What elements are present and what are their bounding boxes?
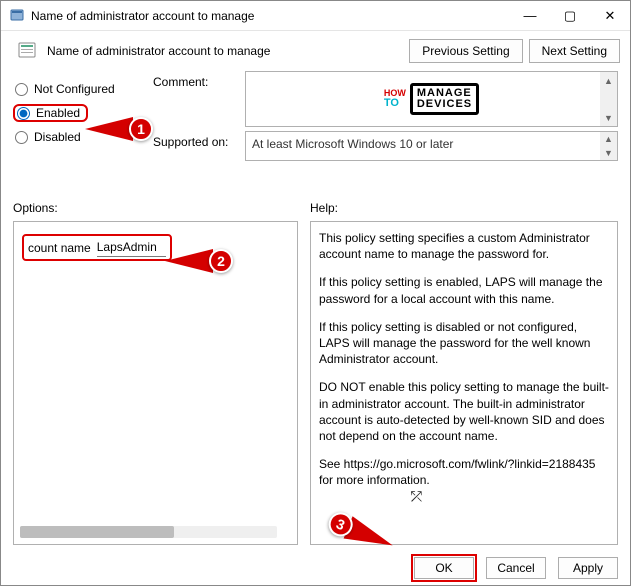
logo-left: HOW TO xyxy=(384,89,406,109)
radio-enabled-input[interactable] xyxy=(17,107,30,120)
options-label: Options: xyxy=(13,201,298,215)
help-paragraph: This policy setting specifies a custom A… xyxy=(319,230,609,262)
options-h-scrollbar[interactable] xyxy=(20,526,277,538)
help-paragraph: DO NOT enable this policy setting to man… xyxy=(319,379,609,444)
comment-label: Comment: xyxy=(153,75,237,89)
supported-on-text: At least Microsoft Windows 10 or later xyxy=(252,137,453,151)
account-name-input[interactable] xyxy=(97,238,166,257)
body-columns: Options: count name Help: This policy se… xyxy=(1,201,630,545)
radio-enabled-label: Enabled xyxy=(36,106,80,120)
options-column: Options: count name xyxy=(13,201,298,545)
titlebar: Name of administrator account to manage … xyxy=(1,1,630,31)
enabled-highlight: Enabled xyxy=(13,104,88,122)
logo-right: MANAGE DEVICES xyxy=(410,83,479,115)
previous-setting-button[interactable]: Previous Setting xyxy=(409,39,522,63)
window-title: Name of administrator account to manage xyxy=(31,9,510,23)
footer-buttons: OK Cancel Apply xyxy=(408,557,618,579)
help-paragraph: See https://go.microsoft.com/fwlink/?lin… xyxy=(319,456,609,488)
policy-icon xyxy=(15,39,39,63)
htm-logo: HOW TO MANAGE DEVICES xyxy=(384,83,479,115)
help-column: Help: This policy setting specifies a cu… xyxy=(310,201,618,545)
logo-to: TO xyxy=(384,97,399,109)
app-icon xyxy=(9,8,25,24)
ok-button[interactable]: OK xyxy=(414,557,474,579)
config-area: Not Configured Enabled Disabled Comment: xyxy=(1,71,630,167)
apply-button[interactable]: Apply xyxy=(558,557,618,579)
gpo-editor-window: Name of administrator account to manage … xyxy=(0,0,631,586)
close-button[interactable]: ✕ xyxy=(590,1,630,31)
account-name-row-highlight: count name xyxy=(22,234,172,261)
cancel-button[interactable]: Cancel xyxy=(486,557,546,579)
cursor-icon: ⤱ xyxy=(411,488,422,505)
scroll-down-icon[interactable]: ▼ xyxy=(600,109,617,126)
comment-box[interactable]: HOW TO MANAGE DEVICES ▲ ▼ xyxy=(245,71,618,127)
policy-title: Name of administrator account to manage xyxy=(47,44,403,58)
subheader: Name of administrator account to manage … xyxy=(1,31,630,71)
radio-enabled[interactable]: Enabled xyxy=(15,106,80,120)
radio-not-configured[interactable]: Not Configured xyxy=(13,77,153,101)
help-paragraph: If this policy setting is enabled, LAPS … xyxy=(319,274,609,306)
scroll-up-icon[interactable]: ▲ xyxy=(600,132,617,146)
supported-scrollbar[interactable]: ▲ ▼ xyxy=(600,132,617,160)
options-h-thumb[interactable] xyxy=(20,526,174,538)
radio-disabled-input[interactable] xyxy=(15,131,28,144)
supported-on-label: Supported on: xyxy=(153,135,237,149)
logo-devices: DEVICES xyxy=(417,99,472,110)
comment-scrollbar[interactable]: ▲ ▼ xyxy=(600,72,617,126)
scroll-down-icon[interactable]: ▼ xyxy=(600,146,617,160)
meta-column: Comment: HOW TO MANAGE DEVICES ▲ xyxy=(153,71,618,161)
account-name-label: count name xyxy=(28,241,91,255)
radio-disabled[interactable]: Disabled xyxy=(13,125,153,149)
help-panel: This policy setting specifies a custom A… xyxy=(310,221,618,545)
options-panel: count name xyxy=(13,221,298,545)
scroll-up-icon[interactable]: ▲ xyxy=(600,72,617,89)
radio-disabled-label: Disabled xyxy=(34,130,81,144)
supported-on-box: At least Microsoft Windows 10 or later ▲… xyxy=(245,131,618,161)
radio-not-configured-label: Not Configured xyxy=(34,82,115,96)
next-setting-button[interactable]: Next Setting xyxy=(529,39,620,63)
minimize-button[interactable]: — xyxy=(510,1,550,31)
maximize-button[interactable]: ▢ xyxy=(550,1,590,31)
radio-not-configured-input[interactable] xyxy=(15,83,28,96)
help-label: Help: xyxy=(310,201,618,215)
help-paragraph: If this policy setting is disabled or no… xyxy=(319,319,609,368)
radio-group: Not Configured Enabled Disabled xyxy=(13,71,153,161)
window-controls: — ▢ ✕ xyxy=(510,1,630,31)
